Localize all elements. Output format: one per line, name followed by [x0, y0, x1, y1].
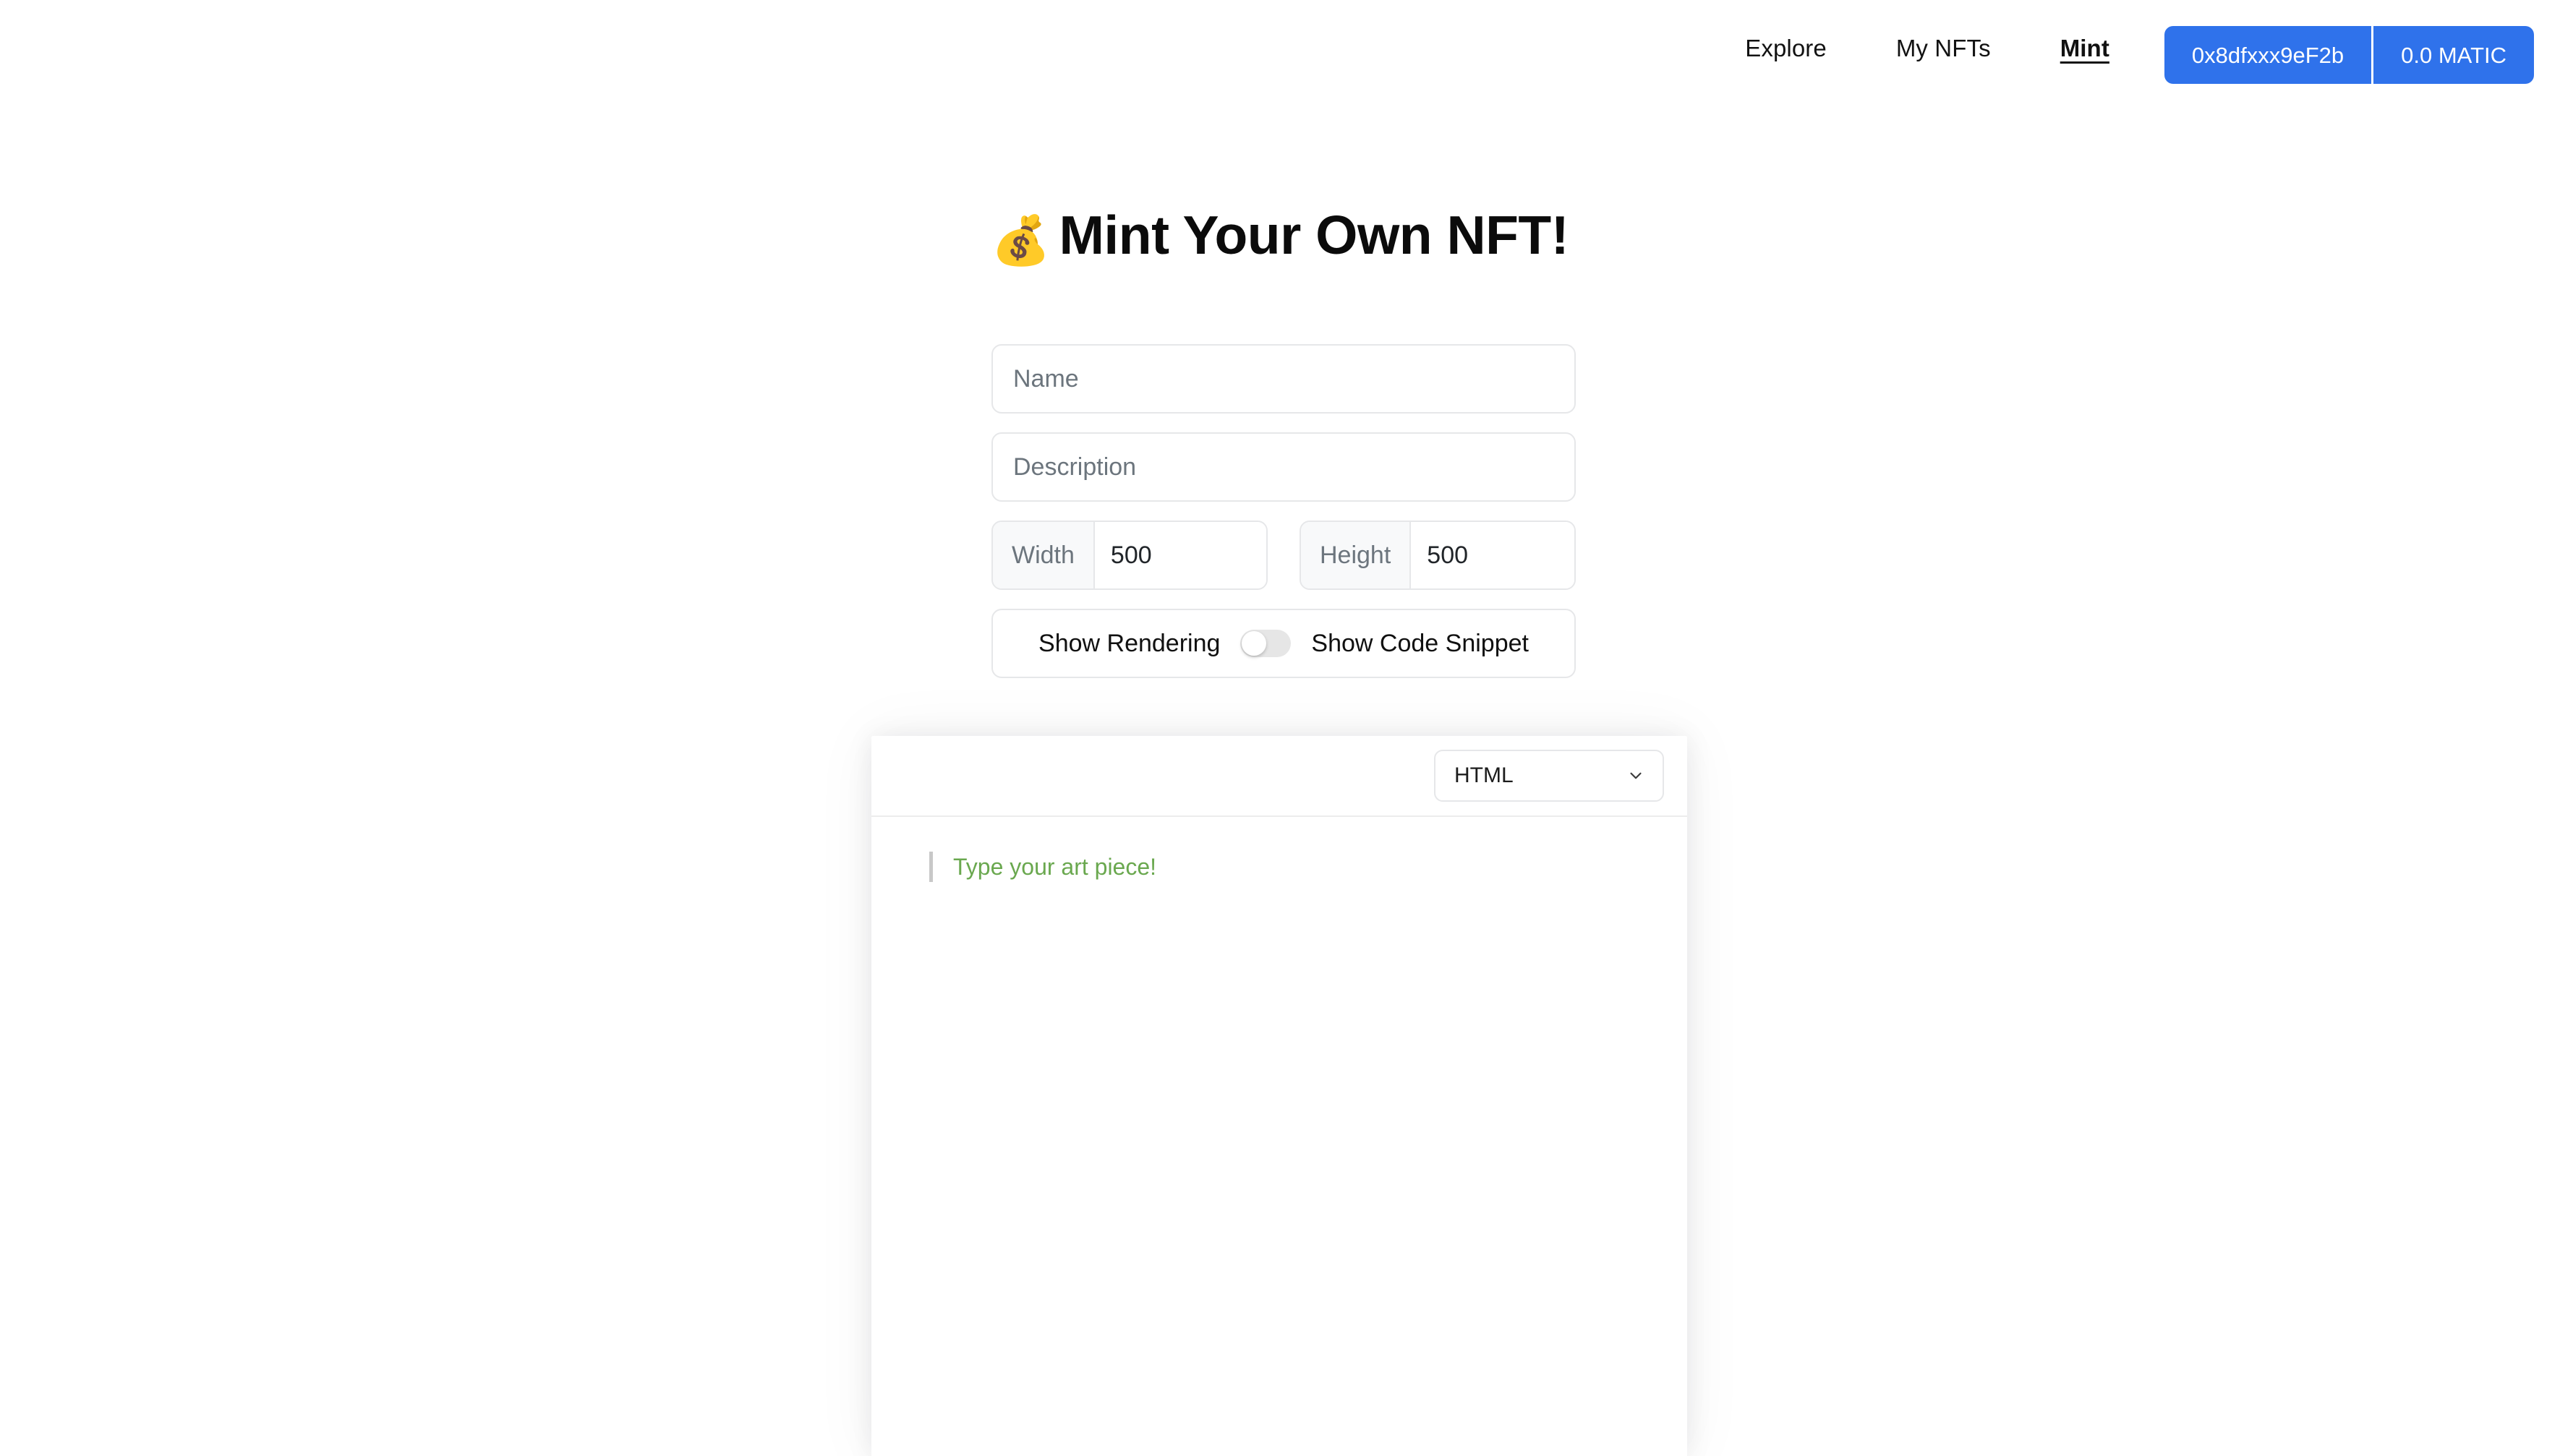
- height-label: Height: [1301, 522, 1411, 588]
- description-input[interactable]: Description: [991, 432, 1576, 502]
- nav-links: Explore My NFTs Mint: [1745, 26, 2164, 70]
- language-select[interactable]: HTML: [1434, 750, 1664, 802]
- mint-page: Explore My NFTs Mint 0x8dfxxx9eF2b 0.0 M…: [0, 0, 2560, 1456]
- money-bag-icon: 💰: [991, 213, 1051, 267]
- height-input-group[interactable]: Height 500: [1300, 521, 1576, 590]
- code-editor-body[interactable]: Type your art piece!: [871, 817, 1687, 1456]
- code-editor-line: Type your art piece!: [871, 852, 1687, 882]
- code-editor-placeholder: Type your art piece!: [953, 855, 1156, 878]
- height-input[interactable]: 500: [1411, 522, 1574, 588]
- wallet-button-group[interactable]: 0x8dfxxx9eF2b 0.0 MATIC: [2164, 26, 2534, 84]
- view-mode-switch[interactable]: [1240, 630, 1291, 657]
- dimensions-row: Width 500 Height 500: [991, 521, 1576, 590]
- show-code-snippet-label: Show Code Snippet: [1311, 631, 1529, 656]
- switch-knob: [1242, 631, 1266, 656]
- code-editor-header: HTML: [871, 736, 1687, 817]
- code-editor-panel: HTML Type your art piece!: [871, 736, 1687, 1456]
- view-mode-toggle-card: Show Rendering Show Code Snippet: [991, 609, 1576, 678]
- text-caret: [929, 852, 933, 882]
- nav-link-mint[interactable]: Mint: [2060, 26, 2109, 70]
- nav-link-explore[interactable]: Explore: [1745, 26, 1827, 70]
- mint-form: Name Description Width 500 Height 500 Sh…: [991, 344, 1576, 678]
- chevron-down-icon: [1626, 766, 1645, 785]
- show-rendering-label: Show Rendering: [1038, 631, 1220, 656]
- name-input-placeholder: Name: [1013, 367, 1079, 391]
- wallet-balance-button[interactable]: 0.0 MATIC: [2373, 26, 2534, 84]
- width-label: Width: [993, 522, 1095, 588]
- name-input[interactable]: Name: [991, 344, 1576, 414]
- top-navigation-bar: Explore My NFTs Mint 0x8dfxxx9eF2b 0.0 M…: [0, 0, 2560, 123]
- page-title: 💰Mint Your Own NFT!: [0, 207, 2560, 265]
- wallet-address-button[interactable]: 0x8dfxxx9eF2b: [2164, 26, 2373, 84]
- description-input-placeholder: Description: [1013, 455, 1136, 479]
- nav-link-my-nfts[interactable]: My NFTs: [1896, 26, 1991, 70]
- language-select-value: HTML: [1454, 765, 1514, 787]
- page-title-text: Mint Your Own NFT!: [1059, 205, 1569, 265]
- width-input[interactable]: 500: [1095, 522, 1266, 588]
- width-input-group[interactable]: Width 500: [991, 521, 1268, 590]
